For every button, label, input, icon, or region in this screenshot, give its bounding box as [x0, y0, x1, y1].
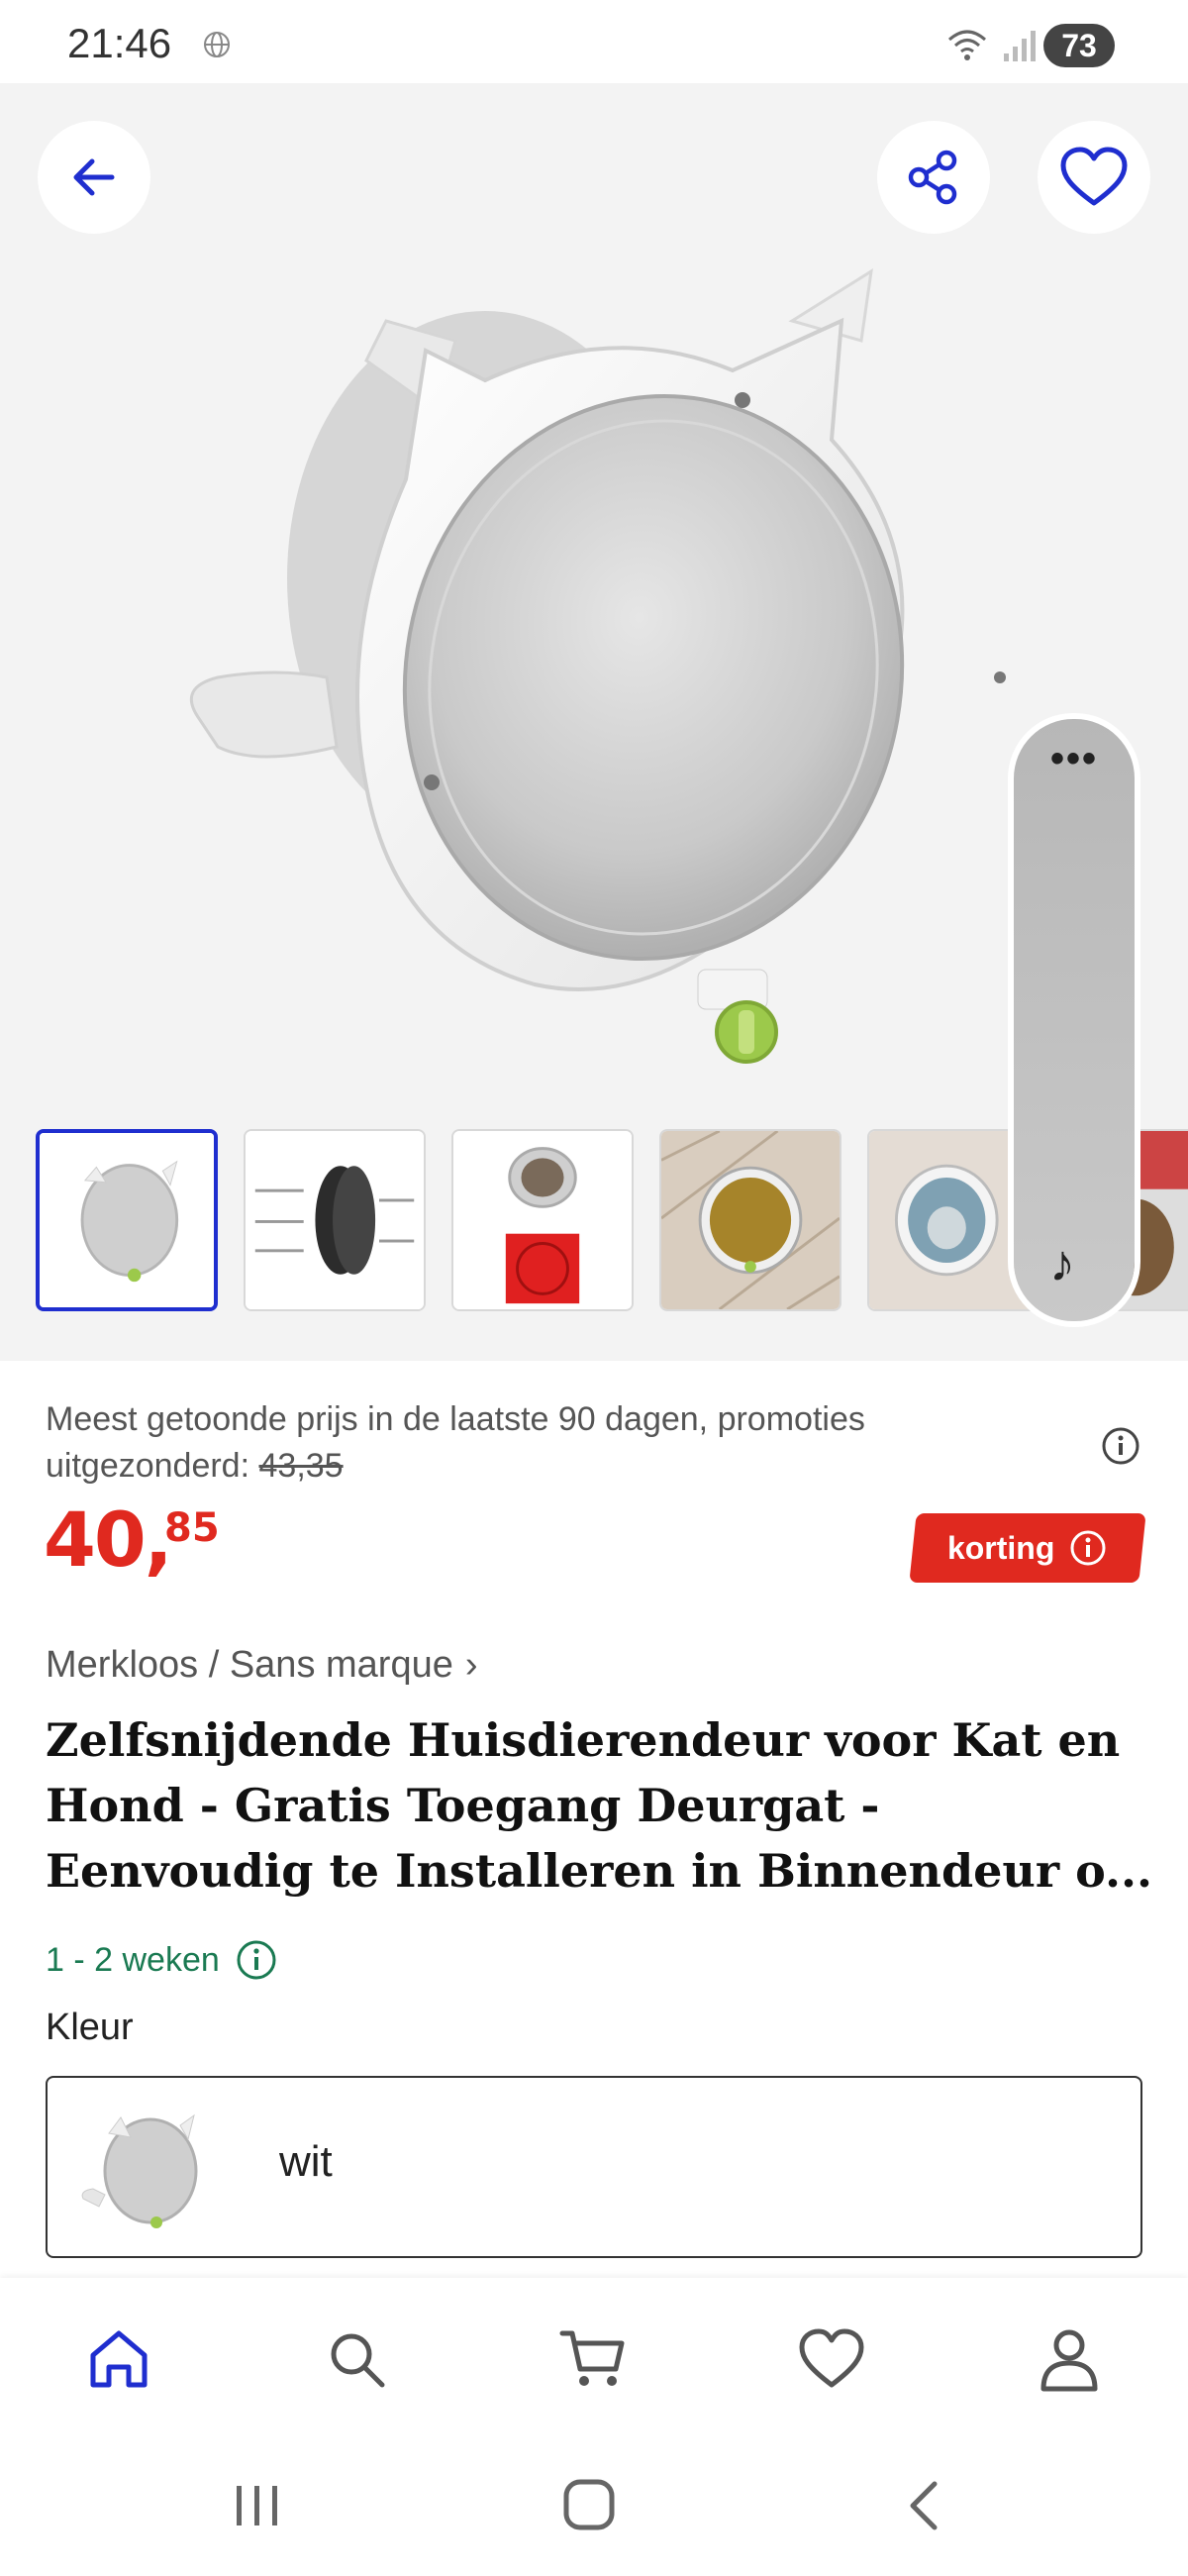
more-icon[interactable]: ••• [1014, 739, 1135, 778]
nav-search[interactable] [321, 2323, 392, 2395]
thumbnail[interactable] [451, 1129, 634, 1311]
color-selector[interactable]: wit [46, 2076, 1142, 2258]
thumbnail-image [453, 1131, 632, 1309]
thumbnail[interactable] [244, 1129, 426, 1311]
home-icon [90, 2330, 148, 2388]
heart-icon [799, 2328, 864, 2388]
search-icon [331, 2333, 385, 2388]
cart-icon [559, 2330, 625, 2386]
status-bar: 21:46 73 [0, 0, 1188, 83]
recent-apps-icon[interactable] [223, 2476, 292, 2535]
bottom-navigation [0, 2278, 1188, 2436]
color-thumbnail [81, 2113, 198, 2228]
discount-badge[interactable]: korting [909, 1513, 1146, 1583]
music-note-icon[interactable]: ♪ [1049, 1234, 1075, 1293]
signal-icon [1004, 31, 1036, 61]
thumbnail[interactable] [36, 1129, 218, 1311]
user-icon [1040, 2329, 1098, 2392]
chevron-right-icon: › [464, 1644, 478, 1686]
color-value: wit [279, 2137, 333, 2186]
floating-side-panel[interactable]: ••• ♪ [1014, 719, 1135, 1321]
price-main: 40, [44, 1495, 173, 1584]
system-navigation [0, 2436, 1188, 2576]
old-price: 43,35 [258, 1447, 344, 1485]
thumbnail-image [40, 1133, 214, 1307]
back-button[interactable] [38, 121, 150, 234]
nav-cart[interactable] [558, 2323, 630, 2395]
brand-name: Merkloos / Sans marque [46, 1644, 453, 1686]
price-note-text: Meest getoonde prijs in de laatste 90 da… [46, 1400, 865, 1485]
brand-link[interactable]: Merkloos / Sans marque › [46, 1644, 478, 1687]
info-icon[interactable] [236, 1939, 277, 1981]
product-title: Zelfsnijdende Huisdierendeur voor Kat en… [46, 1713, 1152, 1898]
info-icon[interactable] [1101, 1426, 1140, 1466]
back-system-icon[interactable] [891, 2476, 960, 2535]
home-system-icon[interactable] [554, 2476, 624, 2535]
product-image[interactable] [158, 232, 1030, 1103]
status-time: 21:46 [67, 20, 172, 66]
nav-account[interactable] [1034, 2323, 1105, 2395]
color-label: Kleur [46, 2007, 134, 2048]
nav-home[interactable] [83, 2323, 154, 2395]
share-button[interactable] [877, 121, 990, 234]
lowest-price-note: Meest getoonde prijs in de laatste 90 da… [46, 1396, 1016, 1490]
thumbnail-image [661, 1131, 840, 1309]
info-icon [1070, 1530, 1106, 1566]
thumbnail[interactable] [659, 1129, 842, 1311]
favorite-button[interactable] [1038, 121, 1150, 234]
price-cents: 85 [164, 1505, 220, 1551]
discount-label: korting [946, 1529, 1055, 1566]
wifi-icon [948, 30, 986, 60]
delivery-time: 1 - 2 weken [46, 1940, 220, 1979]
globe-icon [204, 32, 230, 57]
battery-indicator: 73 [1043, 24, 1115, 67]
nav-wishlist[interactable] [796, 2323, 867, 2395]
arrow-left-icon [73, 158, 115, 196]
share-icon [908, 150, 957, 205]
delivery-info: 1 - 2 weken [46, 1939, 277, 1981]
thumbnail-image [246, 1131, 424, 1309]
heart-icon [1060, 147, 1128, 206]
product-gallery[interactable]: ••• ♪ [0, 83, 1188, 1361]
